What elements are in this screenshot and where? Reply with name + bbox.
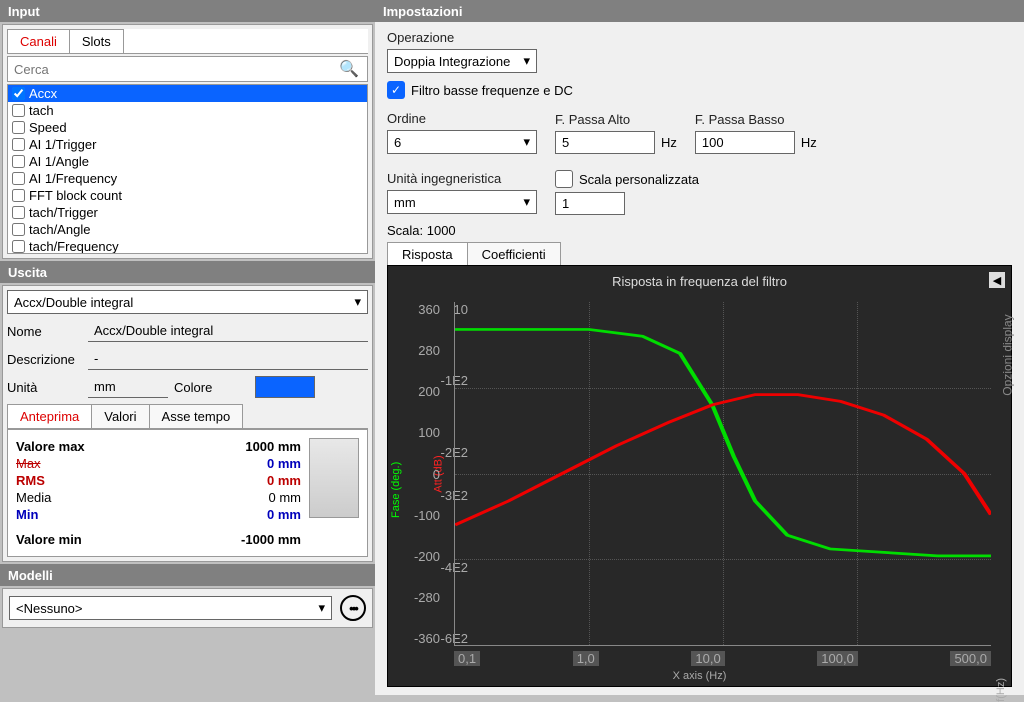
color-picker[interactable] <box>255 376 315 398</box>
channel-item[interactable]: Accx <box>8 85 367 102</box>
colore-label: Colore <box>174 380 249 395</box>
chevron-down-icon: ▾ <box>523 194 530 210</box>
channel-item[interactable]: Speed <box>8 119 367 136</box>
scala-pers-label: Scala personalizzata <box>579 172 699 187</box>
channel-item[interactable]: tach/Frequency <box>8 238 367 254</box>
min-value: 0 mm <box>267 507 301 522</box>
uscita-header: Uscita <box>0 261 375 283</box>
channel-checkbox[interactable] <box>12 189 25 202</box>
modelli-select[interactable]: <Nessuno>▾ <box>9 596 332 620</box>
channel-item[interactable]: tach <box>8 102 367 119</box>
x-ticks: 0,11,010,0100,0500,0 <box>454 651 991 666</box>
filtro-checkbox[interactable]: ✓ <box>387 81 405 99</box>
hz-label: Hz <box>661 135 677 150</box>
unita-ing-label: Unità ingegneristica <box>387 171 537 186</box>
descr-input[interactable] <box>88 348 368 370</box>
tab-canali[interactable]: Canali <box>7 29 70 53</box>
chevron-down-icon: ▾ <box>354 294 361 310</box>
descr-label: Descrizione <box>7 352 82 367</box>
channel-item[interactable]: AI 1/Trigger <box>8 136 367 153</box>
tab-slots[interactable]: Slots <box>69 29 124 53</box>
more-options-button[interactable]: ••• <box>340 595 366 621</box>
unita-ing-select[interactable]: mm▾ <box>387 190 537 214</box>
nome-label: Nome <box>7 324 82 339</box>
rms-value: 0 mm <box>267 473 301 488</box>
ordine-select[interactable]: 6▾ <box>387 130 537 154</box>
output-select[interactable]: Accx/Double integral▾ <box>7 290 368 314</box>
chart-area: ◀ Risposta in frequenza del filtro Fase … <box>387 265 1012 687</box>
max-label: Max <box>16 456 41 471</box>
channel-checkbox[interactable] <box>12 172 25 185</box>
chart-curves <box>455 302 991 645</box>
subtab-valori[interactable]: Valori <box>91 404 149 428</box>
unita-label: Unità <box>7 380 82 395</box>
search-icon[interactable]: 🔍 <box>331 57 367 81</box>
scala-label: Scala: 1000 <box>387 223 1012 238</box>
media-label: Media <box>16 490 51 505</box>
channel-checkbox[interactable] <box>12 138 25 151</box>
search-input[interactable] <box>8 58 331 81</box>
modelli-header: Modelli <box>0 564 375 586</box>
level-indicator <box>309 438 359 518</box>
operazione-label: Operazione <box>387 30 1012 45</box>
channel-item[interactable]: AI 1/Frequency <box>8 170 367 187</box>
channel-checkbox[interactable] <box>12 155 25 168</box>
subtab-anteprima[interactable]: Anteprima <box>7 404 92 428</box>
subtab-asse-tempo[interactable]: Asse tempo <box>149 404 244 428</box>
channel-item[interactable]: FFT block count <box>8 187 367 204</box>
channel-checkbox[interactable] <box>12 223 25 236</box>
channel-item[interactable]: AI 1/Angle <box>8 153 367 170</box>
tab-risposta[interactable]: Risposta <box>387 242 468 266</box>
x-axis-label: X axis (Hz) <box>673 670 727 682</box>
fpa-label: F. Passa Alto <box>555 112 677 127</box>
tab-coefficienti[interactable]: Coefficienti <box>467 242 561 266</box>
operazione-select[interactable]: Doppia Integrazione▾ <box>387 49 537 73</box>
max-value: 0 mm <box>267 456 301 471</box>
channel-item[interactable]: tach/Angle <box>8 221 367 238</box>
channel-checkbox[interactable] <box>12 121 25 134</box>
fpb-input[interactable] <box>695 131 795 154</box>
chevron-down-icon: ▾ <box>318 600 325 616</box>
min-label: Min <box>16 507 38 522</box>
hz-label: Hz <box>801 135 817 150</box>
chevron-down-icon: ▾ <box>523 134 530 150</box>
y1-axis-label: Fase (deg.) <box>390 462 402 518</box>
valmin-value: -1000 mm <box>241 532 301 547</box>
f-label: f(Hz) <box>995 678 1007 702</box>
channel-checkbox[interactable] <box>12 87 25 100</box>
valmax-value: 1000 mm <box>245 439 301 454</box>
opzioni-display-label[interactable]: Opzioni display <box>1000 314 1014 395</box>
plot-area <box>454 302 991 646</box>
media-value: 0 mm <box>269 490 302 505</box>
fpb-label: F. Passa Basso <box>695 112 817 127</box>
scala-pers-checkbox[interactable] <box>555 170 573 188</box>
rms-label: RMS <box>16 473 45 488</box>
valmin-label: Valore min <box>16 532 82 547</box>
channel-item[interactable]: tach/Trigger <box>8 204 367 221</box>
channel-checkbox[interactable] <box>12 206 25 219</box>
fpa-input[interactable] <box>555 131 655 154</box>
nome-input[interactable] <box>88 320 368 342</box>
unita-input[interactable] <box>88 376 168 398</box>
channel-checkbox[interactable] <box>12 240 25 253</box>
collapse-button[interactable]: ◀ <box>989 272 1005 288</box>
valmax-label: Valore max <box>16 439 85 454</box>
input-header: Input <box>0 0 375 22</box>
chevron-down-icon: ▾ <box>523 53 530 69</box>
impostazioni-header: Impostazioni <box>375 0 1024 22</box>
ordine-label: Ordine <box>387 111 537 126</box>
channel-list[interactable]: Accx tach Speed AI 1/Trigger AI 1/Angle … <box>7 84 368 254</box>
filtro-label: Filtro basse frequenze e DC <box>411 83 573 98</box>
chart-title: Risposta in frequenza del filtro <box>388 266 1011 297</box>
channel-checkbox[interactable] <box>12 104 25 117</box>
scala-pers-input[interactable] <box>555 192 625 215</box>
